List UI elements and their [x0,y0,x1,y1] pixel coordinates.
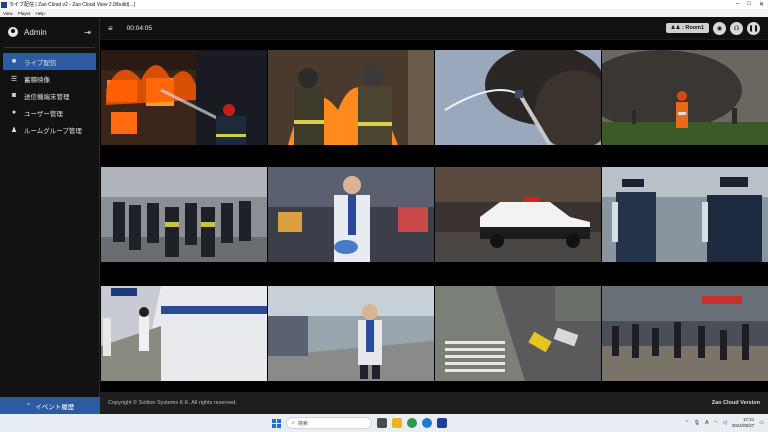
sidebar-item-label: ユーザー管理 [24,110,63,118]
chrome-icon[interactable] [407,418,417,428]
version-text: Zao Cloud Version [711,400,760,406]
police-car-image [435,167,601,262]
window-titlebar: ライブ配信 | Zao Cloud v2 - Zao Cloud View 2.… [0,0,768,9]
video-tile[interactable] [602,286,768,381]
video-tile[interactable] [602,50,768,145]
sidebar: Admin ⇥ ■ ライブ配信 ☰ 蓄積映像 ◙ 送信機端末管理 ● ユーザー管… [0,17,100,414]
chevron-up-icon: ⌃ [25,402,32,410]
video-grid [100,40,768,392]
user-name: Admin [24,27,47,37]
headset-icon: ☊ [733,25,740,32]
sidebar-item-live[interactable]: ■ ライブ配信 [3,53,96,70]
close-icon[interactable]: ✕ [759,1,764,8]
crosswalk-aerial-image [435,286,601,381]
menu-view[interactable]: View [3,11,13,16]
event-history-button[interactable]: ⌃ イベント履歴 [0,397,100,414]
video-tile[interactable] [435,286,601,381]
os-taskbar: ⌕ 検索 ⌃ 🎙 A ◠ ◁ 17:21 2024/05/27 ▭ [0,414,768,432]
file-explorer-icon[interactable] [392,418,402,428]
video-tile[interactable] [268,167,434,262]
user-panel: Admin ⇥ [0,17,99,47]
sidebar-item-label: 送信機端末管理 [24,93,70,101]
menu-bar: View Player Help [0,9,768,17]
room-label: : Room1 [682,25,704,31]
taskbar-clock[interactable]: 17:21 2024/05/27 [732,417,755,429]
video-tile[interactable] [602,167,768,262]
sidebar-divider [4,47,95,48]
headset-button[interactable]: ☊ [730,21,743,35]
video-tile[interactable] [101,286,267,381]
room-selector[interactable]: ♟♟ : Room1 [665,23,709,33]
ime-indicator[interactable]: A [705,420,708,426]
sidebar-item-room-groups[interactable]: ♟ ルームグループ管理 [0,121,99,138]
speaker-icon[interactable]: ◁ [723,420,727,426]
elapsed-timer: 00:04:05 [126,24,152,32]
minimize-icon[interactable]: – [736,1,739,8]
window-title: ライブ配信 | Zao Cloud v2 - Zao Cloud View 2.… [9,2,136,8]
user-icon: ● [11,109,17,116]
wildfire-image [602,50,768,145]
firefighters-image [268,50,434,145]
taskbar-apps: ⌕ 検索 [272,417,447,429]
user-avatar-icon [8,27,18,37]
edge-icon[interactable] [422,418,432,428]
riot-police-image [101,167,267,262]
ladder-truck-image [435,50,601,145]
event-history-label: イベント履歴 [35,403,75,411]
app-footer: Copyright © Soliton Systems K.K. All rig… [100,392,768,414]
camera-icon: ◙ [11,92,17,99]
copyright-text: Copyright © Soliton Systems K.K. All rig… [108,400,237,406]
wifi-icon[interactable]: ◠ [714,420,718,426]
sidebar-item-label: 蓄積映像 [24,76,50,84]
video-tile[interactable] [101,50,267,145]
video-tile[interactable] [268,50,434,145]
police-officers-back-image [602,167,768,262]
camera-icon: ◉ [716,25,723,32]
users-icon: ♟ [10,126,18,134]
sidebar-item-devices[interactable]: ◙ 送信機端末管理 [0,87,99,104]
chevron-up-icon[interactable]: ⌃ [685,420,689,426]
topbar-actions: ♟♟ : Room1 ◉ ☊ ❚❚ [665,21,760,35]
system-tray: ⌃ 🎙 A ◠ ◁ 17:21 2024/05/27 ▭ [685,417,764,429]
top-bar: ≡ 00:04:05 ♟♟ : Room1 ◉ ☊ ❚❚ [100,17,768,39]
video-tile[interactable] [435,50,601,145]
sidebar-item-label: ルームグループ管理 [24,127,82,135]
sidebar-item-label: ライブ配信 [24,59,57,67]
station-crowd-image [602,286,768,381]
logout-icon[interactable]: ⇥ [84,28,91,37]
clock-date: 2024/05/27 [731,423,755,428]
window-controls: – □ ✕ [736,1,768,8]
grid-layout-button[interactable]: ❚❚ [747,21,760,35]
users-icon: ♟♟ [670,25,681,31]
taskbar-search[interactable]: ⌕ 検索 [286,417,372,429]
search-icon: ⌕ [292,420,295,426]
traffic-officer-image [268,286,434,381]
task-view-icon[interactable] [377,418,387,428]
burning-house-image [101,50,267,145]
video-tile[interactable] [268,286,434,381]
maximize-icon[interactable]: □ [747,1,751,8]
video-tile[interactable] [101,167,267,262]
pause-icon: ❚❚ [748,25,759,32]
notification-icon[interactable]: ▭ [759,420,764,426]
sidebar-nav: ■ ライブ配信 ☰ 蓄積映像 ◙ 送信機端末管理 ● ユーザー管理 ♟ ルームグ… [0,53,99,138]
storage-icon: ☰ [10,75,18,83]
windows-start-icon[interactable] [272,418,281,428]
train-platform-image [101,286,267,381]
app-icon [1,1,7,8]
mic-icon[interactable]: 🎙 [694,420,700,426]
sidebar-item-storage[interactable]: ☰ 蓄積映像 [0,70,99,87]
taskbar-search-placeholder: 検索 [297,420,308,427]
menu-player[interactable]: Player [18,11,31,16]
video-tile[interactable] [435,167,601,262]
police-officer-megaphone-image [268,167,434,262]
camera-switch-button[interactable]: ◉ [713,21,726,35]
video-camera-icon: ■ [11,58,17,65]
sidebar-item-users[interactable]: ● ユーザー管理 [0,104,99,121]
menu-help[interactable]: Help [35,11,44,16]
menu-toggle-icon[interactable]: ≡ [108,24,113,33]
zao-cloud-icon[interactable] [437,418,447,428]
